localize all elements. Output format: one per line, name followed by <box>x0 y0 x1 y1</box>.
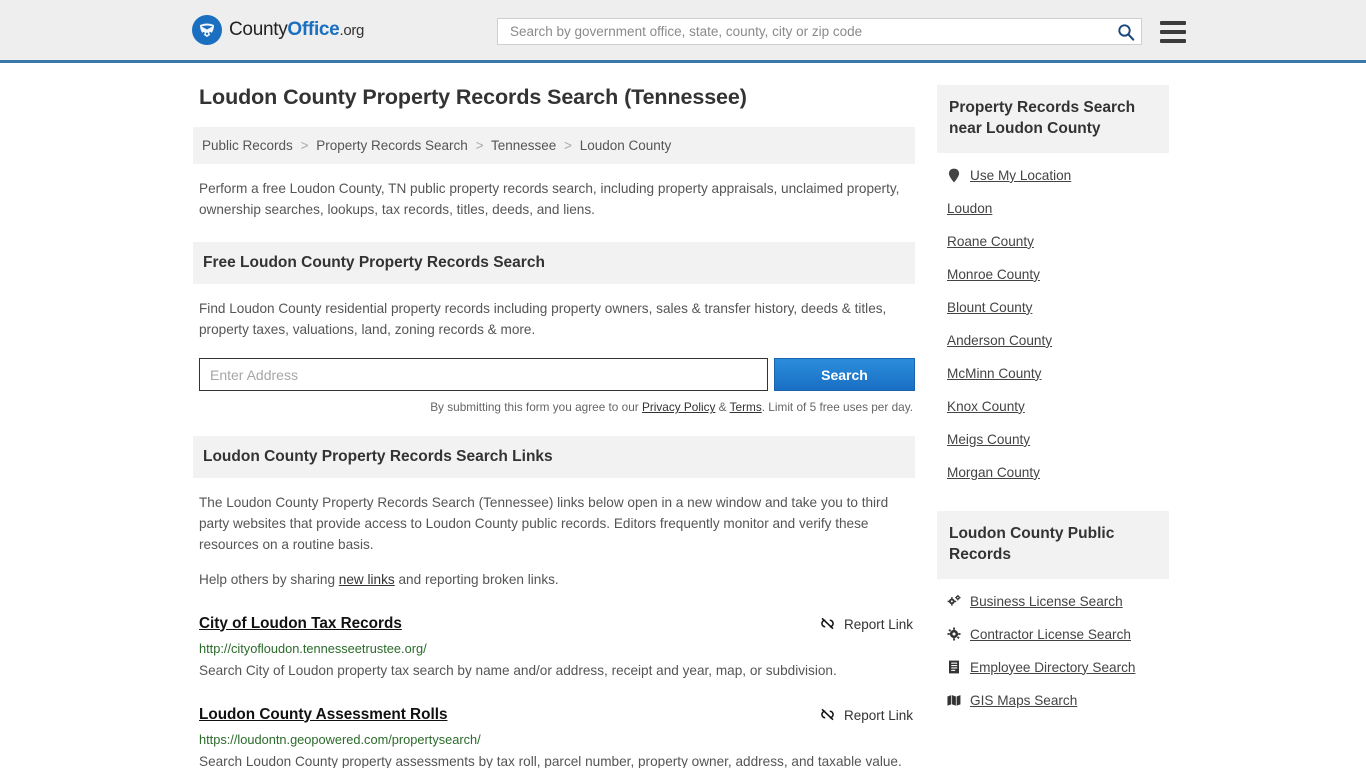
logo-wordmark: CountyOffice.org <box>229 19 364 41</box>
eagle-shield-icon <box>192 15 222 45</box>
main-column: Loudon County Property Records Search (T… <box>193 85 915 768</box>
sidebar-item-loudon[interactable]: Loudon <box>947 192 1169 225</box>
logo-text-office: Office <box>287 19 340 40</box>
link-entry-url[interactable]: http://cityofloudon.tennesseetrustee.org… <box>199 641 915 656</box>
sidebar-item-label[interactable]: McMinn County <box>947 366 1041 381</box>
link-entry-url[interactable]: https://loudontn.geopowered.com/property… <box>199 732 915 747</box>
link-entry-description: Search City of Loudon property tax searc… <box>199 662 837 678</box>
sidebar-item-label[interactable]: Meigs County <box>947 432 1030 447</box>
sidebar-item-label[interactable]: Morgan County <box>947 465 1040 480</box>
site-header: CountyOffice.org <box>0 0 1366 63</box>
header-search-area <box>497 18 1186 45</box>
sidebar-nearby-heading: Property Records Search near Loudon Coun… <box>937 85 1169 153</box>
breadcrumb-item-public-records[interactable]: Public Records <box>202 138 293 153</box>
logo-text-org: .org <box>339 22 365 39</box>
location-pin-icon <box>947 168 961 183</box>
help-suffix: and reporting broken links. <box>394 572 559 588</box>
search-icon[interactable] <box>1117 23 1135 41</box>
report-link-button[interactable]: Report Link <box>819 615 915 635</box>
sidebar-item-label[interactable]: Anderson County <box>947 333 1052 348</box>
sidebar-item-label[interactable]: Employee Directory Search <box>970 660 1135 675</box>
sidebar-item-morgan-county[interactable]: Morgan County <box>947 456 1169 489</box>
book-icon <box>947 660 961 674</box>
legal-amp: & <box>715 400 730 415</box>
new-links-link[interactable]: new links <box>339 572 395 587</box>
breadcrumb-separator: > <box>300 138 309 153</box>
sidebar-item-blount-county[interactable]: Blount County <box>947 291 1169 324</box>
map-icon <box>947 693 961 707</box>
sidebar-nearby-list: Use My Location Loudon Roane County Monr… <box>937 153 1169 489</box>
site-logo[interactable]: CountyOffice.org <box>192 15 364 45</box>
sidebar-item-meigs-county[interactable]: Meigs County <box>947 423 1169 456</box>
sidebar-item-label[interactable]: Knox County <box>947 399 1025 414</box>
help-prefix: Help others by sharing <box>199 572 339 588</box>
breadcrumb-item-property-records-search[interactable]: Property Records Search <box>316 138 468 153</box>
sidebar-item-employee-directory-search[interactable]: Employee Directory Search <box>947 651 1169 684</box>
broken-link-icon <box>819 615 836 635</box>
link-entry: Loudon County Assessment Rolls Report Li… <box>199 706 915 768</box>
privacy-policy-link[interactable]: Privacy Policy <box>642 400 715 414</box>
page-title: Loudon County Property Records Search (T… <box>199 85 747 109</box>
gear-icon <box>947 627 961 641</box>
breadcrumb-panel: Public Records > Property Records Search… <box>193 127 915 164</box>
sidebar-item-monroe-county[interactable]: Monroe County <box>947 258 1169 291</box>
gears-icon <box>947 594 961 608</box>
report-link-label: Report Link <box>843 617 913 632</box>
sidebar-public-records-list: Business License Search Contractor Licen… <box>937 579 1169 717</box>
link-entry-title[interactable]: Loudon County Assessment Rolls <box>199 706 447 724</box>
intro-paragraph: Perform a free Loudon County, TN public … <box>199 181 900 218</box>
sidebar-item-label[interactable]: Roane County <box>947 234 1034 249</box>
sidebar-item-mcminn-county[interactable]: McMinn County <box>947 357 1169 390</box>
sidebar-item-contractor-license-search[interactable]: Contractor License Search <box>947 618 1169 651</box>
page-body: Loudon County Property Records Search (T… <box>0 63 1366 768</box>
sidebar-item-label[interactable]: Monroe County <box>947 267 1040 282</box>
sidebar-item-label[interactable]: Blount County <box>947 300 1032 315</box>
sidebar-item-label[interactable]: GIS Maps Search <box>970 693 1077 708</box>
link-entry-header: City of Loudon Tax Records Report Link <box>199 615 915 635</box>
sidebar-item-label[interactable]: Contractor License Search <box>970 627 1131 642</box>
sidebar-item-business-license-search[interactable]: Business License Search <box>947 585 1169 618</box>
legal-suffix: . Limit of 5 free uses per day. <box>761 400 913 415</box>
link-entry-header: Loudon County Assessment Rolls Report Li… <box>199 706 915 726</box>
sidebar-item-label[interactable]: Loudon <box>947 201 992 216</box>
address-input[interactable] <box>199 358 768 392</box>
sidebar-item-label[interactable]: Use My Location <box>970 168 1071 183</box>
sidebar-item-roane-county[interactable]: Roane County <box>947 225 1169 258</box>
address-search-button[interactable]: Search <box>773 358 915 392</box>
links-section-description: The Loudon County Property Records Searc… <box>199 495 889 553</box>
link-entry-description: Search Loudon County property assessment… <box>199 753 902 768</box>
breadcrumb-item-loudon-county[interactable]: Loudon County <box>580 138 672 153</box>
help-others-text: Help others by sharing new links and rep… <box>199 569 915 590</box>
free-search-description: Find Loudon County residential property … <box>199 301 887 338</box>
sidebar-public-records-block: Loudon County Public Records Business Li… <box>937 510 1169 717</box>
sidebar-public-records-heading: Loudon County Public Records <box>937 510 1169 579</box>
content-container: Loudon County Property Records Search (T… <box>193 85 1173 768</box>
form-legal-text: By submitting this form you agree to our… <box>193 400 913 414</box>
breadcrumb-item-tennessee[interactable]: Tennessee <box>491 138 556 153</box>
broken-link-icon <box>819 706 836 726</box>
global-search-input[interactable] <box>508 23 1117 40</box>
link-entry: City of Loudon Tax Records Report Link h… <box>199 615 915 682</box>
sidebar-item-label[interactable]: Business License Search <box>970 594 1123 609</box>
link-entry-title[interactable]: City of Loudon Tax Records <box>199 615 402 633</box>
free-search-heading: Free Loudon County Property Records Sear… <box>193 242 915 285</box>
terms-link[interactable]: Terms <box>730 400 762 414</box>
logo-text-county: County <box>229 19 288 40</box>
report-link-label: Report Link <box>843 708 913 724</box>
hamburger-menu-icon[interactable] <box>1160 20 1186 43</box>
sidebar-item-anderson-county[interactable]: Anderson County <box>947 324 1169 357</box>
links-section-heading: Loudon County Property Records Search Li… <box>193 436 915 479</box>
global-search-box[interactable] <box>497 18 1142 45</box>
breadcrumb-separator: > <box>564 138 572 153</box>
sidebar-item-gis-maps-search[interactable]: GIS Maps Search <box>947 684 1169 717</box>
address-search-form: Search <box>199 358 915 392</box>
breadcrumb: Public Records > Property Records Search… <box>202 138 906 153</box>
report-link-button[interactable]: Report Link <box>819 706 915 726</box>
sidebar-item-use-my-location[interactable]: Use My Location <box>947 159 1169 192</box>
breadcrumb-separator: > <box>475 138 484 153</box>
sidebar: Property Records Search near Loudon Coun… <box>937 85 1169 717</box>
sidebar-item-knox-county[interactable]: Knox County <box>947 390 1169 423</box>
legal-prefix: By submitting this form you agree to our <box>430 400 642 415</box>
